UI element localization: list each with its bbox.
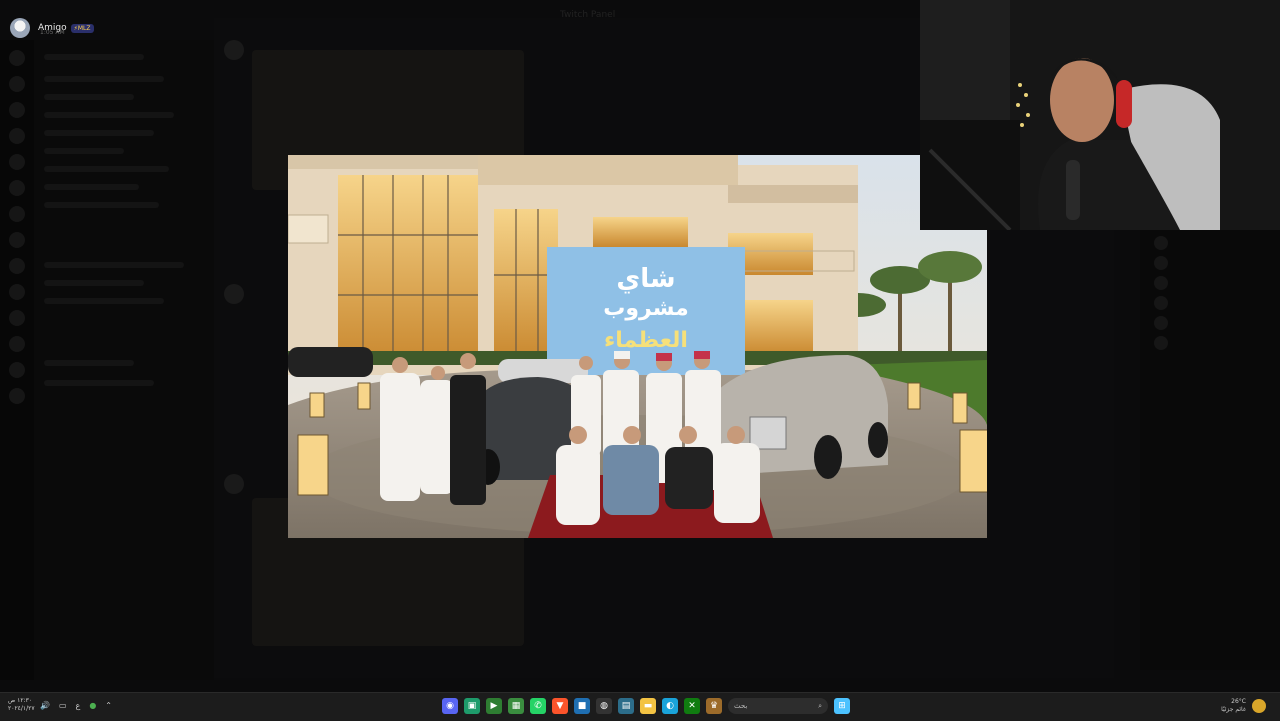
network-icon[interactable]: ▭: [59, 701, 67, 710]
channel-list: [34, 40, 214, 680]
search-input[interactable]: بحث ⌕: [728, 698, 828, 714]
banner-line-2: مشروب: [603, 296, 688, 321]
taskbar-apps: ◉ ▣ ▶ ▦ ✆ ▼ ■ ◍ ▤ ▬ ◐ ✕ ♛ بحث ⌕ ⊞: [442, 698, 850, 714]
featured-image[interactable]: شاي مشروب العظماء: [288, 155, 987, 538]
game-icon[interactable]: ♛: [706, 698, 722, 714]
stream-time: 1:05 AM: [40, 29, 65, 36]
server-list: [0, 40, 34, 680]
whatsapp-icon[interactable]: ✆: [530, 698, 546, 714]
member-list: [1140, 230, 1280, 670]
banner-line-1: شاي: [616, 264, 675, 294]
language-indicator[interactable]: ع: [76, 701, 81, 710]
weather-temp: 26°C: [1231, 698, 1246, 705]
villa-photo: شاي مشروب العظماء: [288, 155, 987, 538]
search-icon: ⌕: [818, 701, 822, 710]
edge-icon[interactable]: ◐: [662, 698, 678, 714]
webcam-feed: [920, 0, 1280, 230]
background-title: Twitch Panel: [560, 10, 616, 20]
folder-icon[interactable]: ▬: [640, 698, 656, 714]
square-icon[interactable]: ■: [574, 698, 590, 714]
avatar: [10, 18, 30, 38]
taskbar: ١٢:٣٠ ص ٢٠٢٤/١/٢٧ 🔊 ▭ ع ● ⌃ ◉ ▣ ▶ ▦ ✆ ▼ …: [0, 692, 1280, 721]
status-badge: ⚡MLZ: [70, 23, 94, 33]
mic-icon[interactable]: ●: [89, 701, 96, 710]
xbox-icon[interactable]: ✕: [684, 698, 700, 714]
banner-line-3: العظماء: [604, 328, 688, 353]
grid-icon[interactable]: ▦: [508, 698, 524, 714]
discord-icon[interactable]: ◉: [442, 698, 458, 714]
windows-start-icon[interactable]: ⊞: [834, 698, 850, 714]
stream-header: Amigo ⚡MLZ: [10, 16, 94, 40]
weather-icon: [1252, 699, 1266, 713]
search-placeholder: بحث: [734, 702, 748, 710]
weather-desc: غائم جزئيًا: [1221, 706, 1246, 713]
chevron-up-icon[interactable]: ⌃: [105, 701, 112, 710]
system-tray: 🔊 ▭ ع ● ⌃: [40, 701, 112, 710]
brave-icon[interactable]: ▼: [552, 698, 568, 714]
app-icon[interactable]: ▣: [464, 698, 480, 714]
clock[interactable]: ١٢:٣٠ ص ٢٠٢٤/١/٢٧: [8, 697, 35, 713]
clock-date: ٢٠٢٤/١/٢٧: [8, 705, 35, 712]
clock-time: ١٢:٣٠ ص: [8, 697, 33, 704]
obs-icon[interactable]: ◍: [596, 698, 612, 714]
play-icon[interactable]: ▶: [486, 698, 502, 714]
weather-widget[interactable]: 26°C غائم جزئيًا: [1221, 698, 1266, 714]
calendar-icon[interactable]: ▤: [618, 698, 634, 714]
volume-icon[interactable]: 🔊: [40, 701, 50, 710]
webcam-scene: [920, 0, 1280, 230]
